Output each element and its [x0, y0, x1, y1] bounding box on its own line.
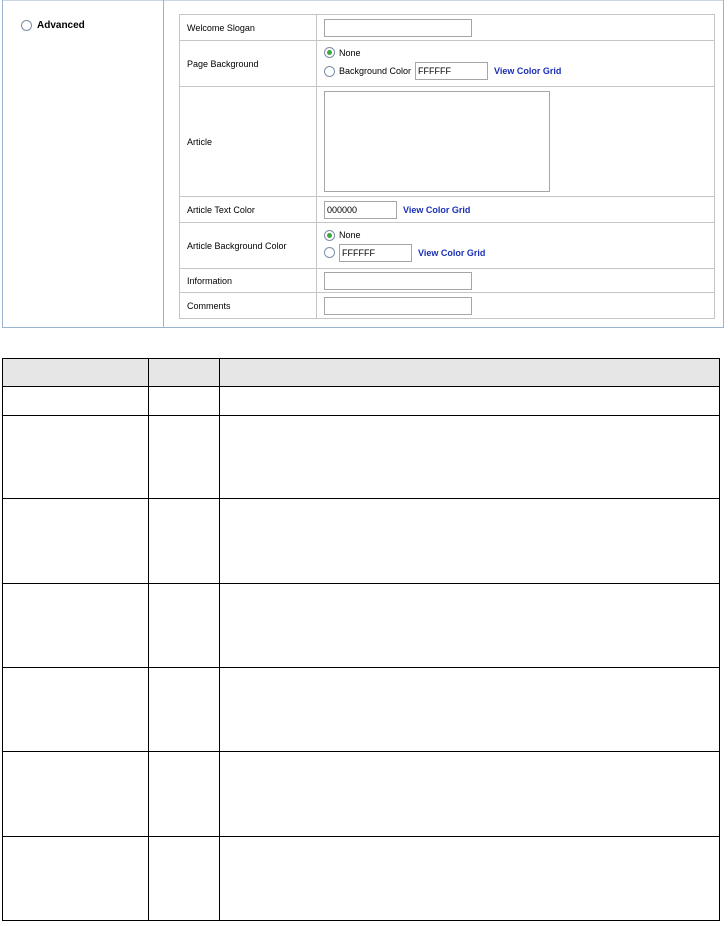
page-background-color-radio[interactable] — [324, 65, 335, 77]
left-column: Advanced — [3, 0, 164, 327]
article-text-color-label: Article Text Color — [179, 196, 317, 223]
header-cell-3 — [219, 358, 720, 387]
table-cell — [219, 415, 720, 499]
table-cell — [219, 386, 720, 416]
row-welcome-slogan: Welcome Slogan — [179, 14, 715, 41]
row-comments: Comments — [179, 292, 715, 319]
row-page-background: Page Background None Background Color FF… — [179, 40, 715, 87]
table-cell — [148, 836, 220, 921]
row-article-text-color: Article Text Color 000000 View Color Gri… — [179, 196, 715, 223]
header-cell-1 — [2, 358, 149, 387]
page-background-none-radio[interactable] — [324, 47, 335, 58]
article-text-color-group: 000000 View Color Grid — [324, 200, 714, 219]
table-cell — [2, 386, 149, 416]
welcome-slogan-input[interactable] — [324, 18, 472, 37]
table-cell — [219, 751, 720, 837]
article-background-color-input[interactable]: FFFFFF — [339, 243, 412, 262]
article-cell — [316, 86, 715, 197]
article-textarea[interactable] — [324, 91, 550, 192]
page-background-cell: None Background Color FFFFFF View Color … — [316, 40, 715, 87]
article-background-none-label: None — [339, 230, 361, 240]
table-cell — [2, 836, 149, 921]
article-label: Article — [179, 86, 317, 197]
table-row — [2, 415, 720, 499]
comments-cell — [316, 292, 715, 319]
table-row — [2, 583, 720, 668]
description-table — [2, 358, 720, 921]
table-cell — [219, 498, 720, 584]
information-input[interactable] — [324, 271, 472, 290]
article-text-color-cell: 000000 View Color Grid — [316, 196, 715, 223]
table-cell — [148, 667, 220, 752]
article-text-color-view-color-grid-link[interactable]: View Color Grid — [403, 205, 470, 215]
table-cell — [2, 751, 149, 837]
page-background-color-label: Background Color — [339, 66, 412, 76]
table-cell — [148, 415, 220, 499]
table-row — [2, 386, 720, 416]
table-cell — [148, 751, 220, 837]
header-cell-2 — [148, 358, 220, 387]
row-information: Information — [179, 268, 715, 293]
article-background-color-label: Article Background Color — [179, 222, 317, 269]
table-cell — [148, 583, 220, 668]
table-row — [2, 836, 720, 921]
article-background-color-option[interactable]: FFFFFF View Color Grid — [324, 243, 714, 262]
table-cell — [2, 498, 149, 584]
table-cell — [219, 836, 720, 921]
information-cell — [316, 268, 715, 293]
page-background-color-input[interactable]: FFFFFF — [415, 62, 489, 80]
article-background-color-cell: None FFFFFF View Color Grid — [316, 222, 715, 269]
advanced-label: Advanced — [37, 20, 85, 31]
header-row — [2, 358, 720, 387]
article-text-color-input[interactable]: 000000 — [324, 200, 397, 219]
row-article-background-color: Article Background Color None FFFFFF Vie… — [179, 222, 715, 269]
article-background-view-color-grid-link[interactable]: View Color Grid — [418, 248, 485, 258]
welcome-slogan-label: Welcome Slogan — [179, 14, 317, 41]
page-background-label: Page Background — [179, 40, 317, 87]
table-cell — [219, 583, 720, 668]
table-cell — [148, 498, 220, 584]
table-cell — [148, 386, 220, 416]
table-cell — [2, 667, 149, 752]
table-row — [2, 498, 720, 584]
page-background-color-option[interactable]: Background Color FFFFFF View Color Grid — [324, 62, 714, 80]
row-article: Article — [179, 86, 715, 197]
welcome-slogan-cell — [316, 14, 715, 41]
table-cell — [219, 667, 720, 752]
screenshot-panel: Advanced Welcome Slogan Page Background … — [2, 0, 724, 328]
advanced-option[interactable]: Advanced — [21, 20, 85, 31]
page-background-view-color-grid-link[interactable]: View Color Grid — [494, 66, 561, 76]
article-background-color-radio[interactable] — [324, 247, 335, 258]
advanced-radio[interactable] — [21, 20, 32, 31]
comments-label: Comments — [179, 292, 317, 319]
table-row — [2, 667, 720, 752]
page-background-none-option[interactable]: None — [324, 47, 714, 58]
table-cell — [2, 415, 149, 499]
article-background-none-option[interactable]: None — [324, 229, 714, 241]
table-row — [2, 751, 720, 837]
article-background-none-radio[interactable] — [324, 229, 335, 241]
page-background-none-label: None — [339, 47, 361, 58]
settings-form-table: Welcome Slogan Page Background None Back… — [179, 14, 715, 319]
table-cell — [2, 583, 149, 668]
information-label: Information — [179, 268, 317, 293]
comments-input[interactable] — [324, 296, 472, 315]
